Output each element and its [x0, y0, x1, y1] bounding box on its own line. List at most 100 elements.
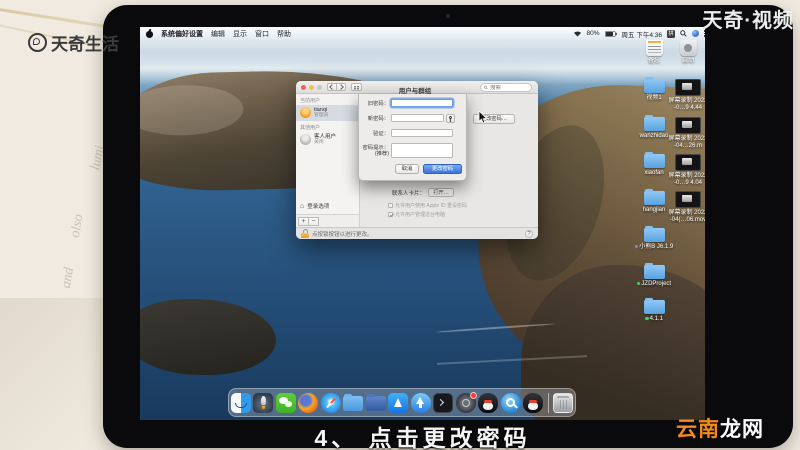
- desktop-icon-app[interactable]: 启动: [668, 39, 705, 65]
- desktop-icon-screen-recording[interactable]: 屏幕录制 2022-0…9 4.44: [668, 79, 705, 111]
- purple-tag-icon: [634, 244, 639, 249]
- close-button[interactable]: [301, 84, 306, 90]
- password-hint-field[interactable]: [391, 143, 453, 158]
- verify-label: 验证：: [373, 130, 389, 137]
- submit-change-password-button[interactable]: 更改密码: [423, 164, 462, 174]
- folder-icon: [643, 77, 665, 93]
- lock-hint-text: 点按锁按钮以进行更改。: [312, 231, 373, 238]
- wechat-icon[interactable]: [275, 392, 296, 413]
- media-player-icon[interactable]: [455, 391, 477, 413]
- paper-text: olso: [67, 213, 87, 239]
- launchpad-icon[interactable]: [253, 392, 274, 413]
- video-frame: lumi olso and 系统偏好设置 编辑 显示 窗口 帮助 80% 周五 …: [0, 0, 800, 450]
- video-caption: 4、 点击更改密码: [314, 425, 531, 450]
- other-users-header: 其他用户: [300, 124, 321, 131]
- watermark-tianqi-life: 天奇生活: [28, 30, 119, 55]
- watermark-yunnan: 云南龙网: [676, 418, 764, 441]
- trash-icon[interactable]: [553, 392, 574, 413]
- input-method-icon[interactable]: 拼: [667, 29, 675, 38]
- wallpaper-rocks: [140, 299, 276, 375]
- safari-icon[interactable]: [320, 392, 341, 413]
- app-icon: [679, 39, 697, 56]
- new-password-field[interactable]: [391, 114, 444, 122]
- cancel-button[interactable]: 取消: [395, 164, 419, 174]
- qq-second-icon[interactable]: [523, 392, 544, 413]
- green-tag-icon: [636, 281, 641, 286]
- folder-dark-dock-icon[interactable]: [365, 394, 386, 411]
- option-admin-rights[interactable]: 允许用户管理这台电脑: [388, 211, 445, 218]
- menu-app-name[interactable]: 系统偏好设置: [161, 29, 203, 39]
- folder-dock-icon[interactable]: [343, 394, 364, 411]
- option-apple-id-reset[interactable]: 允许用户使用 Apple ID 重设密码: [388, 202, 467, 209]
- checkbox-icon[interactable]: [388, 203, 393, 208]
- terminal-icon[interactable]: [433, 392, 454, 413]
- mouse-cursor: [478, 110, 488, 129]
- folder-icon: [643, 226, 665, 242]
- installer-icon[interactable]: [410, 392, 431, 413]
- search-input[interactable]: [490, 84, 528, 91]
- contact-card-row: 联系人卡片： 打开…: [392, 188, 455, 197]
- desktop-icon-folder[interactable]: 小熊B J6.1.9: [634, 226, 674, 251]
- finder-icon[interactable]: [230, 392, 251, 413]
- new-password-label: 新密码：: [367, 115, 389, 122]
- sidebar-item-login-options[interactable]: ⌂ 登录选项: [296, 200, 359, 212]
- webcam-dot: [446, 14, 450, 18]
- video-thumbnail-icon: [675, 79, 701, 96]
- lock-icon[interactable]: [301, 229, 309, 238]
- siri-icon[interactable]: [692, 30, 699, 37]
- checkbox-checked-icon[interactable]: [388, 212, 393, 217]
- menu-view[interactable]: 显示: [233, 29, 247, 39]
- sidebar-item-current-user[interactable]: tianqi 管理员: [296, 105, 359, 121]
- desktop-icon-screen-recording[interactable]: 屏幕录制 2022-04…26.m: [668, 117, 705, 149]
- wifi-icon[interactable]: [573, 30, 582, 37]
- menu-help[interactable]: 帮助: [277, 29, 291, 39]
- dock-divider: [547, 392, 549, 413]
- notes-icon: [645, 39, 663, 56]
- desktop-icon-folder[interactable]: 4.1.1: [634, 298, 674, 323]
- folder-icon: [643, 152, 665, 168]
- menu-window[interactable]: 窗口: [255, 29, 269, 39]
- folder-icon: [643, 263, 665, 279]
- firefox-icon[interactable]: [298, 392, 319, 413]
- sidebar-item-guest-user[interactable]: 客人用户 关闭: [296, 132, 359, 148]
- window-title: 用户与群组: [398, 87, 432, 95]
- paper-shadow: [0, 298, 112, 450]
- apple-menu-icon[interactable]: [146, 30, 153, 38]
- paper-text: and: [58, 266, 78, 290]
- change-password-sheet: 旧密码： 新密码： 验证： 密码提示： (推荐) 取消 更改密码: [358, 94, 467, 181]
- users-groups-window: 用户与群组 当前用户 tianqi管理员 其他用户 客人用户关闭: [296, 81, 538, 239]
- quicktime-icon[interactable]: [500, 392, 521, 413]
- open-contact-card-button[interactable]: 打开…: [428, 188, 455, 197]
- user-avatar: [300, 107, 311, 119]
- remove-user-button[interactable]: −: [308, 216, 319, 226]
- macos-desktop: 系统偏好设置 编辑 显示 窗口 帮助 80% 周五 下午4:36 拼 备忘 视频…: [140, 27, 705, 420]
- watermark-tianqi-video: 天奇·视频: [702, 10, 794, 32]
- desktop-icon-screen-recording[interactable]: 屏幕录制 2022-0…9 4.04: [668, 154, 705, 186]
- guest-avatar: [300, 133, 311, 145]
- menu-clock[interactable]: 周五 下午4:36: [622, 29, 662, 39]
- password-assistant-key-icon[interactable]: [446, 114, 455, 123]
- green-tag-icon: [645, 316, 649, 321]
- search-field[interactable]: [480, 83, 532, 92]
- help-button[interactable]: ?: [525, 229, 533, 238]
- search-icon: [484, 85, 488, 90]
- old-password-label: 旧密码：: [367, 100, 389, 107]
- desktop-icon-folder[interactable]: JZDProject: [634, 263, 674, 288]
- folder-icon: [643, 298, 665, 314]
- app-store-icon[interactable]: [388, 392, 409, 413]
- menu-bar: 系统偏好设置 编辑 显示 窗口 帮助 80% 周五 下午4:36 拼: [140, 27, 705, 40]
- forward-button[interactable]: [336, 83, 346, 91]
- menu-edit[interactable]: 编辑: [211, 29, 225, 39]
- window-sidebar: 当前用户 tianqi 管理员 其他用户 客人用户 关闭 ⌂ 登录选项: [296, 94, 360, 214]
- add-remove-bar: + −: [296, 214, 360, 227]
- verify-password-field[interactable]: [391, 129, 453, 137]
- minimize-button[interactable]: [309, 84, 314, 90]
- video-thumbnail-icon: [675, 154, 701, 171]
- zoom-button[interactable]: [317, 84, 322, 90]
- qq-icon[interactable]: [478, 392, 499, 413]
- desktop-icon-screen-recording[interactable]: 屏幕录制 2022-04(…06.mov: [668, 191, 705, 223]
- old-password-field[interactable]: [391, 99, 453, 107]
- spotlight-icon[interactable]: [680, 30, 687, 37]
- battery-icon[interactable]: [604, 30, 617, 37]
- contact-card-label: 联系人卡片：: [392, 190, 426, 197]
